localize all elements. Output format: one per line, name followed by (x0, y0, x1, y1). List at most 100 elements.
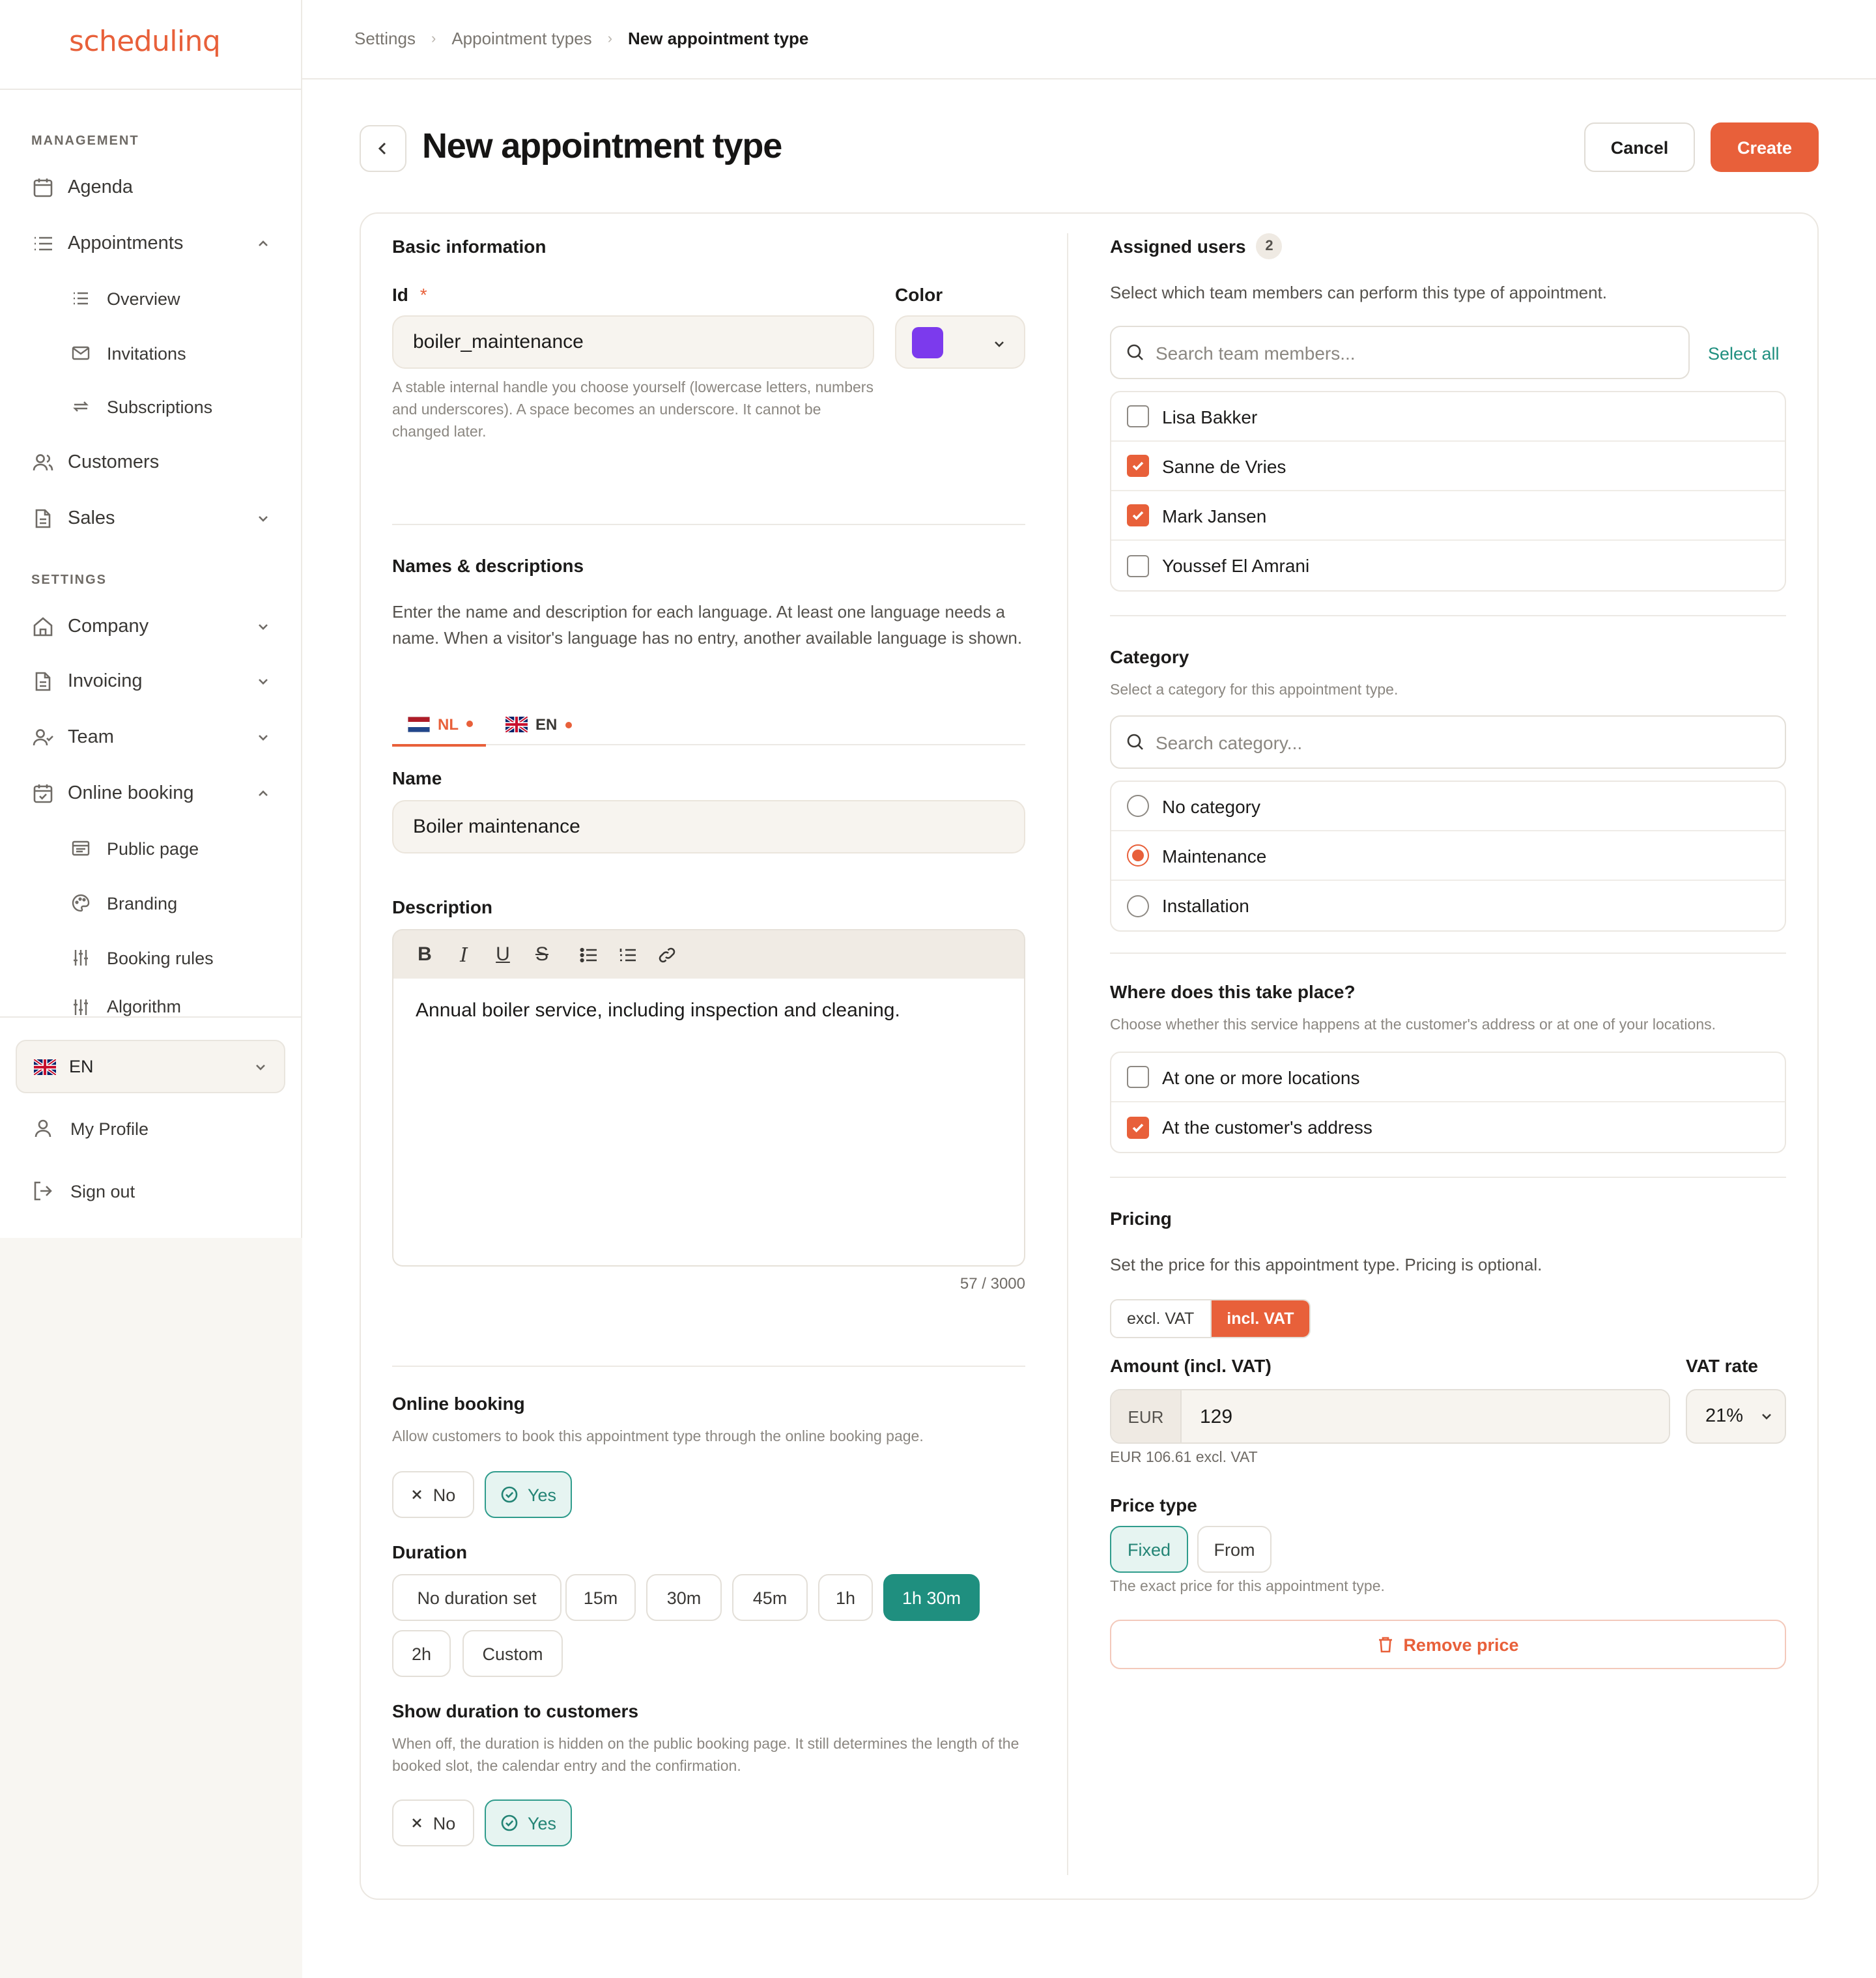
sidebar-item-invitations[interactable]: Invitations (70, 336, 279, 370)
show-duration-no-button[interactable]: No (392, 1799, 474, 1846)
search-team-input[interactable]: Search team members... (1110, 326, 1690, 379)
sidebar-item-overview[interactable]: Overview (70, 281, 279, 315)
divider (1110, 953, 1786, 954)
list-item-category[interactable]: Maintenance (1111, 831, 1785, 881)
create-button[interactable]: Create (1711, 122, 1819, 172)
names-heading: Names & descriptions (392, 555, 584, 576)
sidebar-item-booking-rules[interactable]: Booking rules (70, 941, 279, 975)
price-type-fixed[interactable]: Fixed (1110, 1526, 1188, 1573)
vat-rate-select[interactable]: 21% (1686, 1389, 1786, 1444)
italic-button[interactable]: I (451, 941, 477, 968)
strikethrough-button[interactable]: S (529, 941, 555, 968)
id-label-text: Id (392, 284, 408, 305)
list-item-user[interactable]: Lisa Bakker (1111, 392, 1785, 442)
amount-value[interactable]: 129 (1182, 1390, 1669, 1442)
sidebar-item-appointments[interactable]: Appointments (31, 224, 271, 263)
cancel-button[interactable]: Cancel (1584, 122, 1695, 172)
list-item-user[interactable]: Youssef El Amrani (1111, 541, 1785, 590)
sidebar-item-agenda[interactable]: Agenda (31, 168, 271, 207)
duration-option[interactable]: 2h (392, 1630, 451, 1677)
list-icon (74, 292, 88, 305)
list-item-category[interactable]: Installation (1111, 881, 1785, 930)
vat-rate-label: VAT rate (1686, 1355, 1758, 1376)
price-type-from[interactable]: From (1197, 1526, 1272, 1573)
sliders-icon (74, 950, 88, 966)
color-swatch (912, 326, 943, 358)
duration-option[interactable]: 30m (646, 1574, 722, 1621)
list-item-location[interactable]: At the customer's address (1111, 1102, 1785, 1152)
tab-nl[interactable]: NL (392, 704, 486, 747)
online-booking-no-button[interactable]: No (392, 1471, 474, 1518)
show-duration-yes-button[interactable]: Yes (485, 1799, 572, 1846)
radio[interactable] (1127, 795, 1149, 817)
select-all-link[interactable]: Select all (1708, 344, 1780, 364)
trash-icon (1379, 1637, 1393, 1653)
radio[interactable] (1127, 895, 1149, 917)
excl-vat-note: EUR 106.61 excl. VAT (1110, 1450, 1258, 1466)
bold-button[interactable]: B (412, 941, 438, 968)
checkbox-checked[interactable] (1127, 504, 1149, 526)
sidebar-item-company[interactable]: Company (31, 607, 271, 646)
duration-option[interactable]: 1h (818, 1574, 873, 1621)
breadcrumb-appointment-types[interactable]: Appointment types (451, 29, 591, 48)
list-item-location[interactable]: At one or more locations (1111, 1053, 1785, 1102)
online-booking-help: Allow customers to book this appointment… (392, 1429, 924, 1445)
duration-option[interactable]: 15m (565, 1574, 636, 1621)
category-name: Installation (1162, 895, 1249, 916)
logo[interactable]: schedulinq (69, 26, 221, 59)
checkbox[interactable] (1127, 1066, 1149, 1088)
duration-option[interactable]: 45m (732, 1574, 808, 1621)
checkbox[interactable] (1127, 405, 1149, 427)
top-bar: Settings › Appointment types › New appoi… (302, 0, 1876, 79)
sign-out-link[interactable]: Sign out (31, 1179, 135, 1203)
sidebar-item-algorithm[interactable]: Algorithm (70, 994, 279, 1018)
checkbox-checked[interactable] (1127, 1116, 1149, 1138)
count-badge: 2 (1256, 233, 1283, 259)
sidebar-item-sales[interactable]: Sales (31, 499, 271, 538)
online-booking-yes-button[interactable]: Yes (485, 1471, 572, 1518)
char-count: 57 / 3000 (959, 1274, 1025, 1293)
amount-field[interactable]: EUR 129 (1110, 1389, 1670, 1444)
sidebar-item-invoicing[interactable]: Invoicing (31, 662, 271, 701)
back-button[interactable] (360, 125, 406, 172)
sidebar-item-team[interactable]: Team (31, 718, 271, 757)
description-editor[interactable]: Annual boiler service, including inspect… (392, 979, 1025, 1267)
link-button[interactable] (654, 941, 680, 968)
bullet-list-button[interactable] (576, 941, 602, 968)
chevron-down-icon (259, 516, 268, 522)
sign-out-icon (34, 1181, 52, 1201)
duration-option[interactable]: Custom (462, 1630, 563, 1677)
duration-option[interactable]: No duration set (392, 1574, 561, 1621)
list-item-user[interactable]: Sanne de Vries (1111, 442, 1785, 491)
id-field[interactable]: boiler_maintenance (392, 315, 874, 369)
my-profile-link[interactable]: My Profile (31, 1117, 149, 1140)
tab-en[interactable]: EN (505, 704, 572, 745)
numbered-list-button[interactable] (615, 941, 641, 968)
list-item-user[interactable]: Mark Jansen (1111, 491, 1785, 541)
section-label-settings: SETTINGS (31, 573, 107, 588)
name-field[interactable]: Boiler maintenance (392, 800, 1025, 853)
remove-price-button[interactable]: Remove price (1110, 1620, 1786, 1669)
search-category-input[interactable]: Search category... (1110, 715, 1786, 769)
underline-button[interactable]: U (490, 941, 516, 968)
sidebar-item-customers[interactable]: Customers (31, 443, 271, 482)
breadcrumb-settings[interactable]: Settings (354, 29, 416, 48)
location-heading: Where does this take place? (1110, 981, 1356, 1002)
duration-option-selected[interactable]: 1h 30m (883, 1574, 980, 1621)
checkbox[interactable] (1127, 554, 1149, 577)
search-icon (1127, 734, 1143, 750)
color-picker[interactable] (895, 315, 1025, 369)
language-select[interactable]: EN (16, 1040, 285, 1093)
sidebar-item-online-booking[interactable]: Online booking (31, 774, 271, 813)
radio-selected[interactable] (1127, 844, 1149, 867)
color-label: Color (895, 284, 943, 305)
calendar-check-icon (33, 784, 53, 803)
incl-vat-option[interactable]: incl. VAT (1211, 1300, 1310, 1337)
excl-vat-option[interactable]: excl. VAT (1111, 1300, 1212, 1337)
checkbox-checked[interactable] (1127, 455, 1149, 477)
sidebar-item-public-page[interactable]: Public page (70, 831, 279, 865)
list-item-category[interactable]: No category (1111, 782, 1785, 831)
sidebar-item-subscriptions[interactable]: Subscriptions (70, 390, 279, 423)
sidebar-item-label: Subscriptions (107, 397, 213, 416)
sidebar-item-branding[interactable]: Branding (70, 886, 279, 920)
